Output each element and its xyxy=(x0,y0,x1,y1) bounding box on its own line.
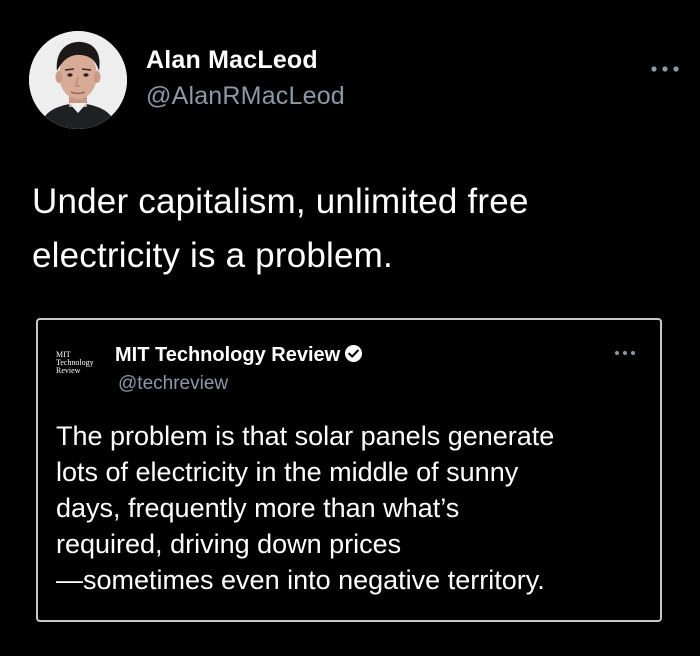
more-options-button[interactable] xyxy=(650,54,680,80)
quoted-author-name[interactable]: MIT Technology Review xyxy=(115,344,363,367)
quoted-text-line: required, driving down prices xyxy=(56,529,402,559)
quoted-text-line: lots of electricity in the middle of sun… xyxy=(56,457,519,487)
more-horizontal-icon xyxy=(651,66,679,72)
logo-line: Review xyxy=(56,366,81,375)
quoted-more-options-button[interactable] xyxy=(614,344,636,361)
quoted-text-line: —sometimes even into negative territory. xyxy=(56,565,545,595)
verified-badge-icon xyxy=(345,344,363,363)
tweet-text: Under capitalism, unlimited free electri… xyxy=(32,175,672,283)
avatar[interactable] xyxy=(29,31,127,129)
quoted-text-line: days, frequently more than what’s xyxy=(56,493,460,523)
quoted-tweet[interactable]: MIT Technology Review MIT Technology Rev… xyxy=(36,318,662,622)
quoted-author-handle[interactable]: @techreview xyxy=(118,373,228,395)
avatar-photo xyxy=(29,31,127,129)
quoted-author-name-text: MIT Technology Review xyxy=(115,344,341,366)
tweet-text-line: Under capitalism, unlimited free xyxy=(32,182,529,221)
tweet-text-line: electricity is a problem. xyxy=(32,236,393,275)
more-horizontal-icon xyxy=(615,351,635,355)
quoted-text-line: The problem is that solar panels generat… xyxy=(56,421,555,451)
author-handle[interactable]: @AlanRMacLeod xyxy=(146,82,345,111)
quoted-tweet-text: The problem is that solar panels generat… xyxy=(56,418,656,598)
author-name[interactable]: Alan MacLeod xyxy=(146,46,318,75)
mit-technology-review-logo[interactable]: MIT Technology Review xyxy=(56,351,100,385)
